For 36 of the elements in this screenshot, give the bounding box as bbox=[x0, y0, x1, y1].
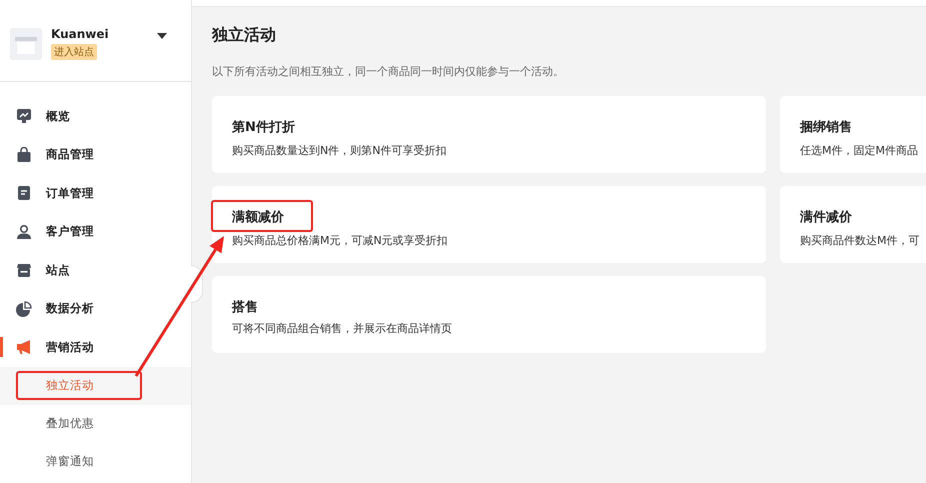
page-title: 独立活动 bbox=[212, 25, 277, 46]
nav-item[interactable]: 营销活动 bbox=[0, 328, 191, 366]
caret-icon[interactable] bbox=[157, 32, 167, 38]
card-description: 购买商品件数达M件，可 bbox=[800, 233, 920, 248]
activity-card[interactable]: 满额减价 购买商品总价格满M元，可减N元或享受折扣 bbox=[212, 186, 766, 263]
bag-icon bbox=[16, 146, 32, 163]
card-title: 捆绑销售 bbox=[800, 119, 852, 136]
card-title: 第N件打折 bbox=[232, 119, 295, 136]
chart-icon bbox=[16, 108, 32, 124]
subnav-item[interactable]: 弹窗通知 bbox=[0, 442, 191, 480]
card-description: 任选M件，固定M件商品 bbox=[800, 143, 919, 158]
doc-icon bbox=[16, 185, 32, 202]
subnav-item[interactable]: 叠加优惠 bbox=[0, 404, 191, 442]
store-name: Kuanwei bbox=[51, 27, 110, 41]
nav-item[interactable]: 数据分析 bbox=[0, 290, 191, 328]
page-description: 以下所有活动之间相互独立，同一个商品同一时间内仅能参与一个活动。 bbox=[212, 64, 565, 79]
shop-icon bbox=[16, 262, 32, 278]
card-title: 满件减价 bbox=[800, 209, 852, 226]
megaphone-icon bbox=[16, 339, 32, 356]
activity-card[interactable]: 满件减价 购买商品件数达M件，可 bbox=[780, 186, 926, 263]
nav-item[interactable]: 概览 bbox=[0, 97, 191, 136]
pie-icon bbox=[16, 300, 32, 317]
nav-item[interactable]: 商品管理 bbox=[0, 136, 191, 174]
activity-card[interactable]: 第N件打折 购买商品数量达到N件，则第N件可享受折扣 bbox=[212, 96, 766, 173]
card-description: 可将不同商品组合销售，并展示在商品详情页 bbox=[232, 321, 453, 336]
activity-card[interactable]: 搭售 可将不同商品组合销售，并展示在商品详情页 bbox=[212, 276, 766, 353]
card-title: 满额减价 bbox=[232, 208, 284, 226]
card-description: 购买商品数量达到N件，则第N件可享受折扣 bbox=[232, 143, 448, 158]
nav-item[interactable]: 客户管理 bbox=[0, 212, 191, 251]
activity-card[interactable]: 捆绑销售 任选M件，固定M件商品 bbox=[780, 96, 926, 173]
user-icon bbox=[16, 224, 32, 240]
nav-item[interactable]: 订单管理 bbox=[0, 174, 191, 212]
card-title: 搭售 bbox=[232, 299, 258, 316]
nav-item[interactable]: 站点 bbox=[0, 251, 191, 290]
card-description: 购买商品总价格满M元，可减N元或享受折扣 bbox=[232, 233, 449, 248]
enter-site-link[interactable]: 进入站点 bbox=[51, 44, 97, 60]
